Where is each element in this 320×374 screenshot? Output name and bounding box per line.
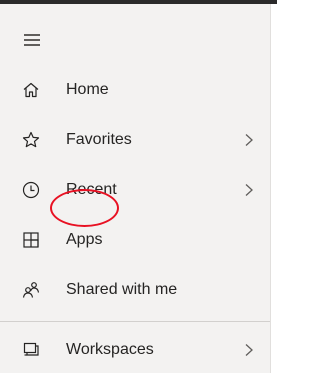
nav-divider bbox=[0, 321, 270, 322]
nav-item-favorites[interactable]: Favorites bbox=[0, 116, 270, 164]
nav-item-label: Favorites bbox=[66, 131, 132, 148]
nav-item-label: Home bbox=[66, 81, 109, 98]
chevron-right-icon[interactable] bbox=[244, 133, 254, 147]
nav-item-apps[interactable]: Apps bbox=[0, 216, 270, 264]
workspaces-icon bbox=[21, 340, 41, 360]
nav-item-label: Apps bbox=[66, 231, 103, 248]
nav-item-workspaces[interactable]: Workspaces bbox=[0, 326, 270, 374]
nav-item-recent[interactable]: Recent bbox=[0, 166, 270, 214]
chevron-right-icon[interactable] bbox=[244, 183, 254, 197]
star-icon bbox=[21, 130, 41, 150]
nav-item-label: Shared with me bbox=[66, 281, 178, 298]
nav-item-label: Workspaces bbox=[66, 341, 154, 358]
shared-people-icon bbox=[21, 280, 41, 300]
nav-item-home[interactable]: Home bbox=[0, 66, 270, 114]
clock-icon bbox=[21, 180, 41, 200]
hamburger-menu-icon[interactable] bbox=[24, 34, 40, 46]
left-navigation-pane: Home Favorites Recent Apps Shared with m… bbox=[0, 4, 271, 373]
chevron-right-icon[interactable] bbox=[244, 343, 254, 357]
nav-item-label: Recent bbox=[66, 181, 117, 198]
home-icon bbox=[21, 80, 41, 100]
nav-item-shared-with-me[interactable]: Shared with me bbox=[0, 266, 270, 314]
apps-icon bbox=[21, 230, 41, 250]
